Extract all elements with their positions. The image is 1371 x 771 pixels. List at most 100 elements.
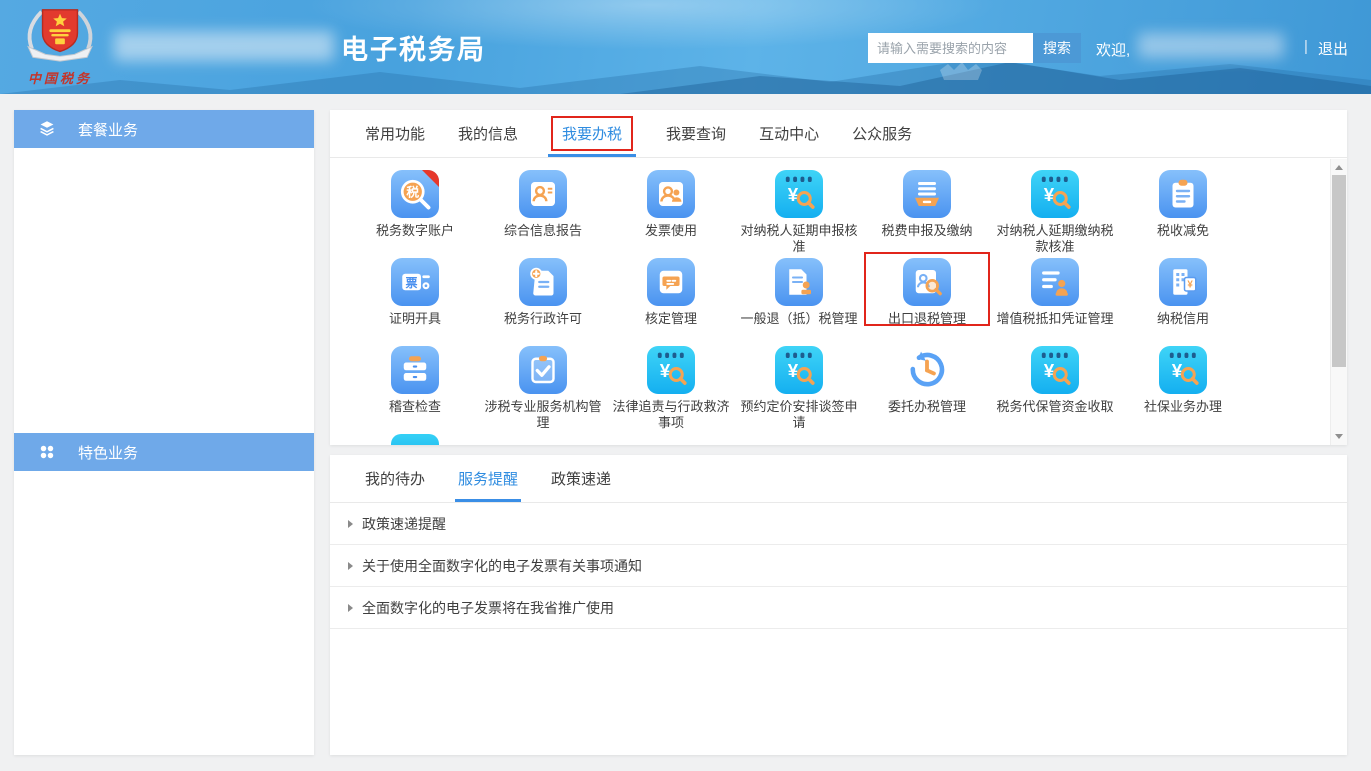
service-label: 核定管理 bbox=[645, 311, 697, 327]
tab-label: 服务提醒 bbox=[458, 468, 518, 489]
entrust-history-icon bbox=[903, 346, 951, 394]
service-item[interactable]: 综合信息报告 bbox=[479, 170, 607, 258]
tab-我的信息[interactable]: 我的信息 bbox=[458, 110, 518, 157]
tab-我要办税[interactable]: 我要办税 bbox=[551, 110, 633, 157]
tax-relief-icon bbox=[1159, 170, 1207, 218]
tab-label: 政策速递 bbox=[551, 468, 611, 489]
service-item[interactable]: ¥ 法律追责与行政救济事项 bbox=[607, 346, 735, 434]
service-label: 税务代保管资金收取 bbox=[996, 399, 1113, 415]
tab-公众服务[interactable]: 公众服务 bbox=[852, 110, 912, 157]
triangle-down-icon bbox=[1335, 434, 1343, 439]
tab-政策速递[interactable]: 政策速递 bbox=[551, 455, 611, 502]
declare-pay-icon bbox=[903, 170, 951, 218]
service-label: 社保业务办理 bbox=[1144, 399, 1222, 415]
service-item[interactable]: 发票使用 bbox=[607, 170, 735, 258]
yen-search-icon: ¥ bbox=[775, 170, 823, 218]
refund-doc-icon bbox=[775, 258, 823, 306]
china-tax-logo: 中国税务 bbox=[12, 4, 108, 92]
service-label: 一般退（抵）税管理 bbox=[740, 311, 857, 327]
person-report-icon bbox=[519, 170, 567, 218]
svg-text:¥: ¥ bbox=[1044, 360, 1055, 381]
service-item[interactable]: ¥ 对纳税人延期申报核准 bbox=[735, 170, 863, 258]
service-item[interactable]: 出口退税管理 bbox=[863, 258, 991, 346]
notice-label: 全面数字化的电子发票将在我省推广使用 bbox=[362, 598, 614, 618]
search-input[interactable] bbox=[868, 33, 1033, 63]
service-item[interactable]: 稽查检查 bbox=[351, 346, 479, 434]
grid-dots-icon bbox=[36, 441, 58, 463]
service-item[interactable]: 税收减免 bbox=[1119, 170, 1247, 258]
sidebar-section-header[interactable]: 特色业务 bbox=[14, 433, 314, 471]
vertical-scrollbar bbox=[1330, 159, 1347, 445]
tab-label: 我的待办 bbox=[365, 468, 425, 489]
service-item[interactable]: ¥ 对纳税人延期缴纳税款核准 bbox=[991, 170, 1119, 258]
notice-item[interactable]: 全面数字化的电子发票将在我省推广使用 bbox=[330, 587, 1347, 629]
service-agency-icon bbox=[519, 346, 567, 394]
service-label: 税收减免 bbox=[1157, 223, 1209, 239]
service-item[interactable]: 委托办税管理 bbox=[863, 346, 991, 434]
service-label: 纳税信用 bbox=[1157, 311, 1209, 327]
logo-caption: 中国税务 bbox=[12, 68, 108, 87]
service-label: 法律追责与行政救济事项 bbox=[607, 399, 735, 431]
tab-服务提醒[interactable]: 服务提醒 bbox=[458, 455, 518, 502]
tab-我要查询[interactable]: 我要查询 bbox=[666, 110, 726, 157]
service-item[interactable]: 一般退（抵）税管理 bbox=[735, 258, 863, 346]
yen-search-icon: ¥ bbox=[1031, 346, 1079, 394]
service-label: 证明开具 bbox=[389, 311, 441, 327]
credit-building-icon: ¥ bbox=[1159, 258, 1207, 306]
service-item[interactable]: 涉税专业服务机构管理 bbox=[479, 346, 607, 434]
service-item[interactable]: ¥ 社保业务办理 bbox=[1119, 346, 1247, 434]
service-label: 税费申报及缴纳 bbox=[881, 223, 972, 239]
yen-search-icon: ¥ bbox=[1031, 170, 1079, 218]
svg-text:¥: ¥ bbox=[1187, 279, 1193, 290]
new-badge-icon bbox=[422, 170, 439, 187]
header-divider: | bbox=[1304, 38, 1308, 55]
scroll-down-button[interactable] bbox=[1331, 429, 1347, 444]
service-item[interactable]: ¥ 税务代保管资金收取 bbox=[991, 346, 1119, 434]
tab-常用功能[interactable]: 常用功能 bbox=[365, 110, 425, 157]
sidebar: 套餐业务 特色业务 bbox=[14, 110, 314, 755]
tab-label: 我要查询 bbox=[666, 123, 726, 144]
svg-text:¥: ¥ bbox=[660, 360, 671, 381]
services-grid: 税 税务数字账户 综合信息报告 发票使用 ¥ 对纳税人延期申报核准 税费申报及缴… bbox=[330, 158, 1330, 445]
expand-arrow-icon bbox=[348, 604, 353, 612]
service-item[interactable]: 税 税务数字账户 bbox=[351, 170, 479, 258]
partial-service-icon bbox=[351, 434, 479, 445]
tab-互动中心[interactable]: 互动中心 bbox=[759, 110, 819, 157]
tax-services-panel: 常用功能 我的信息 我要办税 我要查询 互动中心 公众服务 税 税务数字账户 综… bbox=[330, 110, 1347, 445]
expand-arrow-icon bbox=[348, 520, 353, 528]
svg-text:¥: ¥ bbox=[1172, 360, 1183, 381]
tab-label: 公众服务 bbox=[852, 123, 912, 144]
sidebar-section-header[interactable]: 套餐业务 bbox=[14, 110, 314, 148]
service-label: 预约定价安排谈签申请 bbox=[735, 399, 863, 431]
redacted-username bbox=[1138, 33, 1284, 58]
triangle-up-icon bbox=[1335, 165, 1343, 170]
service-item[interactable]: 增值税抵扣凭证管理 bbox=[991, 258, 1119, 346]
service-item[interactable]: 税务行政许可 bbox=[479, 258, 607, 346]
service-item[interactable]: 核定管理 bbox=[607, 258, 735, 346]
svg-text:¥: ¥ bbox=[788, 184, 799, 205]
welcome-label: 欢迎, bbox=[1096, 39, 1130, 60]
service-item[interactable]: 税费申报及缴纳 bbox=[863, 170, 991, 258]
sidebar-section: 套餐业务 bbox=[14, 110, 314, 433]
notice-item[interactable]: 政策速递提醒 bbox=[330, 503, 1347, 545]
notice-tabbar: 我的待办 服务提醒 政策速递 bbox=[330, 455, 1347, 503]
vat-voucher-icon bbox=[1031, 258, 1079, 306]
tax-search-icon: 税 bbox=[391, 170, 439, 218]
sidebar-section-label: 特色业务 bbox=[78, 442, 138, 463]
service-item[interactable]: ¥ 纳税信用 bbox=[1119, 258, 1247, 346]
tab-我的待办[interactable]: 我的待办 bbox=[365, 455, 425, 502]
notices-panel: 我的待办 服务提醒 政策速递 政策速递提醒 关于使用全面数字化的电子发票有关事项… bbox=[330, 455, 1347, 755]
scroll-up-button[interactable] bbox=[1331, 160, 1347, 175]
service-label: 税务行政许可 bbox=[504, 311, 582, 327]
service-item[interactable]: 票 证明开具 bbox=[351, 258, 479, 346]
service-label: 综合信息报告 bbox=[504, 223, 582, 239]
yen-search-icon: ¥ bbox=[647, 346, 695, 394]
search-button[interactable]: 搜索 bbox=[1033, 33, 1081, 63]
scrollbar-thumb[interactable] bbox=[1332, 175, 1346, 367]
logout-link[interactable]: 退出 bbox=[1318, 38, 1348, 59]
service-item[interactable]: ¥ 预约定价安排谈签申请 bbox=[735, 346, 863, 434]
yen-search-icon: ¥ bbox=[775, 346, 823, 394]
svg-text:¥: ¥ bbox=[788, 360, 799, 381]
service-label: 发票使用 bbox=[645, 223, 697, 239]
notice-item[interactable]: 关于使用全面数字化的电子发票有关事项通知 bbox=[330, 545, 1347, 587]
